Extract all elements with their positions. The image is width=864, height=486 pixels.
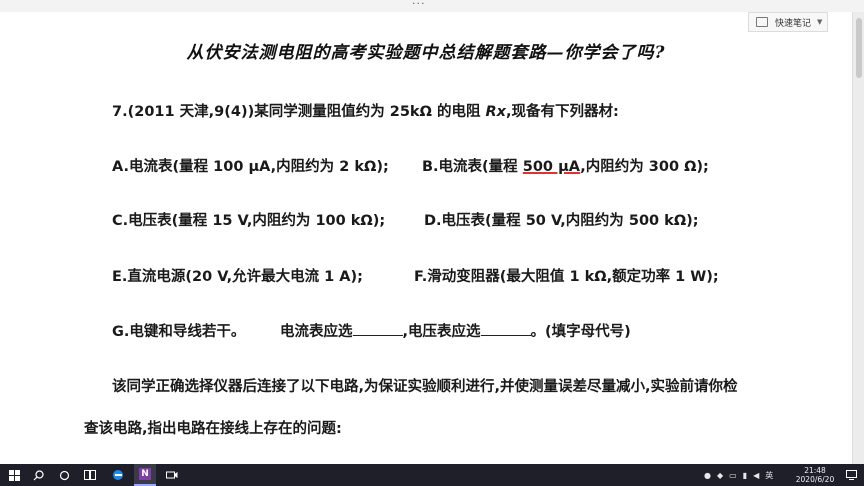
option-f: F.滑动变阻器(最大阻值 1 kΩ,额定功率 1 W); [414,269,719,285]
edge-icon[interactable] [108,464,128,486]
option-a: A.电流表(量程 100 μA,内阻约为 2 kΩ); [112,159,389,175]
scrollbar-thumb[interactable] [856,18,862,78]
option-d: D.电压表(量程 50 V,内阻约为 500 kΩ); [424,213,699,229]
clock-time: 21:48 [804,466,826,475]
network-icon[interactable]: ▭ [729,471,737,480]
start-icon[interactable] [4,464,24,486]
window-top-bar: ··· [0,0,864,12]
clock-date: 2020/6/20 [795,475,835,484]
option-c: C.电压表(量程 15 V,内阻约为 100 kΩ); [112,213,386,229]
option-g: G.电键和导线若干。 [112,324,246,340]
shield-icon[interactable]: ◆ [717,471,723,480]
rx-symbol: Rx [485,104,507,120]
fill-note: 。(填字母代号) [530,324,631,340]
more-dots[interactable]: ··· [412,0,426,10]
slide-title: 从伏安法测电阻的高考实验题中总结解题套路—你学会了吗? [186,43,666,63]
camera-icon[interactable] [162,464,182,486]
paragraph-line-1: 该同学正确选择仪器后连接了以下电路,为保证实验顺利进行,并使测量误差尽量减小,实… [112,379,738,395]
search-icon[interactable] [28,464,48,486]
ime-indicator[interactable]: 英 [765,470,773,481]
fill-voltage-label: ,电压表应选 [402,324,481,340]
fill-in-line: 电流表应选 ,电压表应选 。(填字母代号) [280,320,631,341]
taskbar: N ● ◆ ▭ ▮ ◀ 英 21:48 2020/6/20 [0,464,864,486]
option-b-post: ,内阻约为 300 Ω); [580,159,709,175]
clock[interactable]: 21:48 2020/6/20 [788,466,842,484]
vertical-scrollbar[interactable] [852,12,864,464]
paragraph-line-2: 查该电路,指出电路在接线上存在的问题: [84,421,342,437]
option-e: E.直流电源(20 V,允许最大电流 1 A); [112,269,363,285]
question-intro-tail: ,现备有下列器材: [506,104,619,120]
fill-current-label: 电流表应选 [280,324,353,340]
onenote-label: N [139,468,151,480]
cortana-icon[interactable] [54,464,74,486]
option-b: B.电流表(量程 500 μA,内阻约为 300 Ω); [422,155,709,176]
question-intro: 7.(2011 天津,9(4))某同学测量阻值约为 25kΩ 的电阻 Rx,现备… [112,100,619,121]
notification-icon[interactable] [846,464,857,486]
people-icon[interactable]: ● [704,471,711,480]
option-b-underlined: 500 μA [522,159,581,175]
blank-current[interactable] [352,323,403,336]
question-intro-text: 7.(2011 天津,9(4))某同学测量阻值约为 25kΩ 的电阻 [112,104,486,120]
task-view-icon[interactable] [80,464,100,486]
onenote-icon[interactable]: N [134,464,156,486]
blank-voltage[interactable] [480,323,531,336]
volume-icon[interactable]: ◀ [753,471,759,480]
option-b-pre: B.电流表(量程 [422,159,523,175]
slide-content: 从伏安法测电阻的高考实验题中总结解题套路—你学会了吗? 7.(2011 天津,9… [0,12,852,464]
system-tray: ● ◆ ▭ ▮ ◀ 英 [704,464,777,486]
usb-icon[interactable]: ▮ [743,471,747,480]
